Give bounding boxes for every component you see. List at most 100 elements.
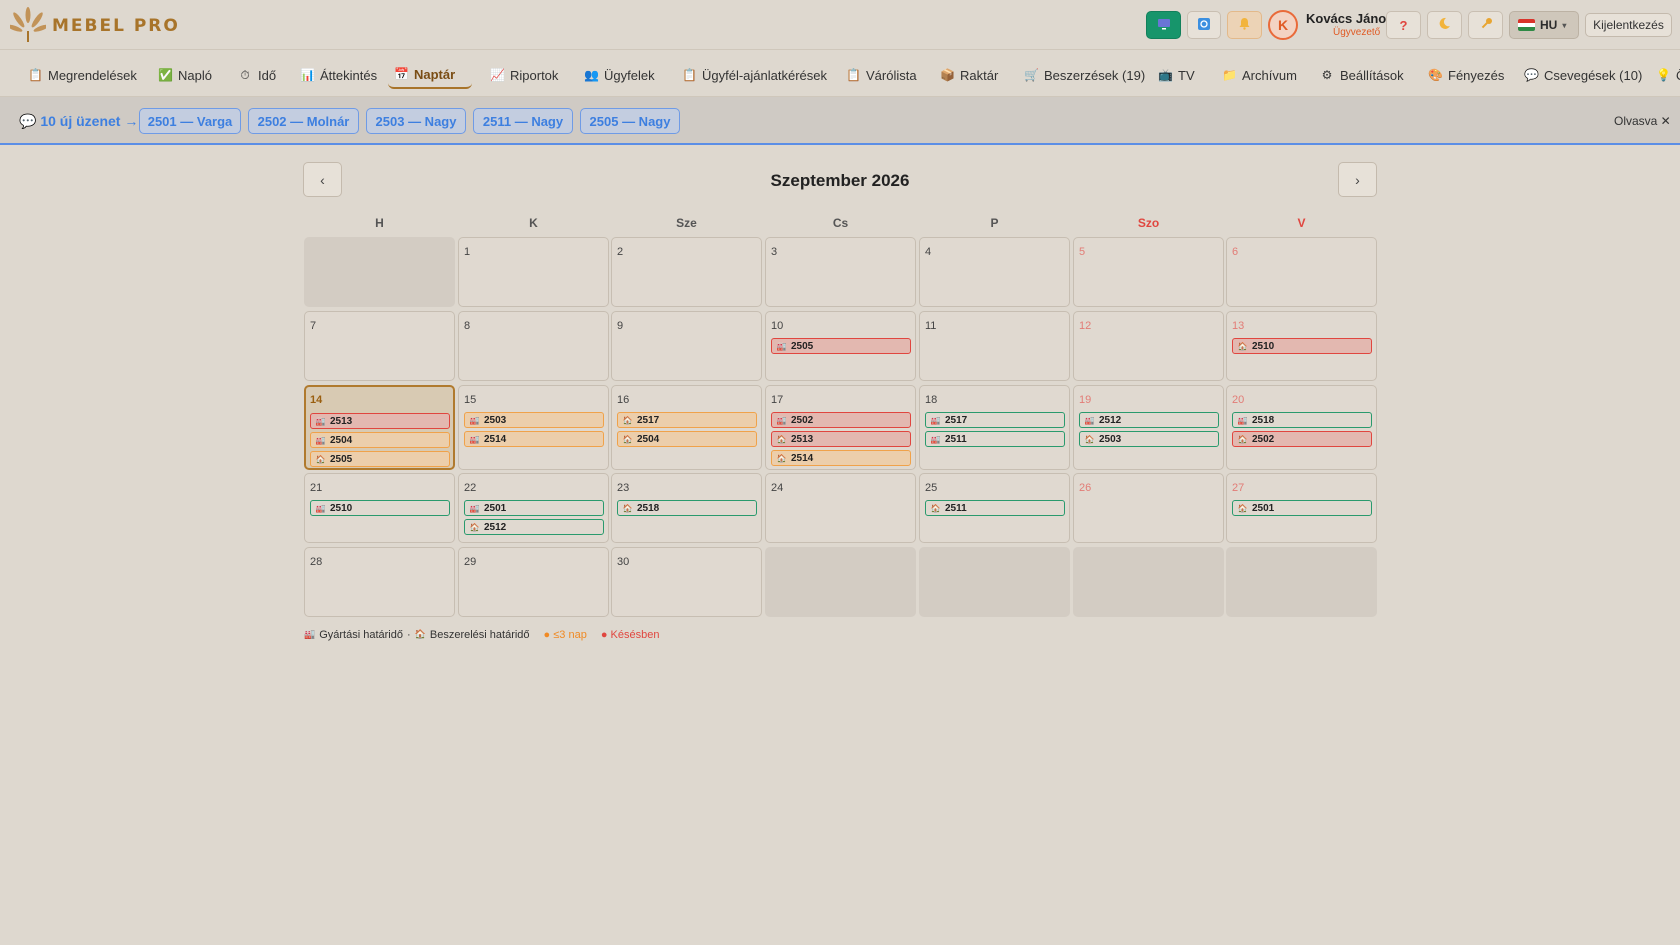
calendar-event[interactable]: 🏠 2502 [1232,431,1372,447]
day-cell[interactable]: 24 [765,473,916,543]
day-cell[interactable]: 30 [611,547,762,617]
day-cell[interactable]: 9 [611,311,762,381]
prev-month-button[interactable]: ‹ [303,162,342,197]
today-cell[interactable]: 14 🏭 2513 🏭 2504 🏠 2505 [304,385,455,470]
production-deadline-icon: 🏭 [315,503,326,513]
calendar-event[interactable]: 🏭 2505 [771,338,911,354]
calendar-event[interactable]: 🏠 2505 [310,451,450,467]
purchase-deadline-icon: 🏠 [1237,434,1248,444]
day-cell[interactable]: 22 🏭 2501 🏠 2512 [458,473,609,543]
calendar-event[interactable]: 🏭 2501 [464,500,604,516]
calendar-event[interactable]: 🏭 2502 [771,412,911,428]
next-month-button[interactable]: › [1338,162,1377,197]
user-avatar[interactable]: K [1268,10,1298,40]
tv-screen-button[interactable] [1146,11,1181,39]
day-cell[interactable]: 1 [458,237,609,307]
nav-naplo[interactable]: ✅ Napló [152,61,218,89]
day-number: 28 [310,556,323,568]
nav-raktar[interactable]: 📦 Raktár [934,61,1004,89]
calendar-event[interactable]: 🏠 2514 [771,450,911,466]
nav-varolista[interactable]: 📋 Várólista [840,61,923,89]
calendar-event[interactable]: 🏭 2514 [464,431,604,447]
calendar-event[interactable]: 🏠 2518 [617,500,757,516]
language-select[interactable]: HU ▾ [1509,11,1579,39]
day-cell[interactable]: 16 🏠 2517 🏠 2504 [611,385,762,470]
calendar-event[interactable]: 🏠 2503 [1079,431,1219,447]
nav-ugyfel-ajanlatkeresek[interactable]: 📋 Ügyfél-ajánlatkérések [676,61,833,89]
calendar-event[interactable]: 🏠 2511 [925,500,1065,516]
message-chip[interactable]: 2511 — Nagy [473,108,573,134]
day-cell[interactable]: 12 [1073,311,1224,381]
nav-fenyezes[interactable]: 🎨 Fényezés [1422,61,1510,89]
calendar-event[interactable]: 🏠 2512 [464,519,604,535]
calendar-event[interactable]: 🏠 2513 [771,431,911,447]
calendar-event[interactable]: 🏭 2513 [310,413,450,429]
day-cell[interactable]: 11 [919,311,1070,381]
event-order-id: 2503 [484,414,507,426]
calendar-event[interactable]: 🏭 2518 [1232,412,1372,428]
day-cell[interactable]: 26 [1073,473,1224,543]
message-chip[interactable]: 2502 — Molnár [248,108,359,134]
nav-ido[interactable]: ⏱ Idő [232,61,282,89]
day-cell[interactable]: 2 [611,237,762,307]
nav-csevegesek[interactable]: 💬 Csevegések (10) [1518,61,1648,89]
notifications-button[interactable] [1227,11,1262,39]
nav-megrendelesek[interactable]: 📋 Megrendelések [22,61,143,89]
day-cell[interactable]: 8 [458,311,609,381]
day-cell[interactable]: 13 🏠 2510 [1226,311,1377,381]
nav-riportok[interactable]: 📈 Riportok [484,61,564,89]
day-cell[interactable]: 17 🏭 2502 🏠 2513 🏠 2514 [765,385,916,470]
nav-attekintes[interactable]: 📊 Áttekintés [294,61,383,89]
calendar-event[interactable]: 🏠 2501 [1232,500,1372,516]
clipboard-icon: 📋 [28,68,43,82]
day-number: 19 [1079,394,1092,406]
day-cell[interactable]: 21 🏭 2510 [304,473,455,543]
calendar-event[interactable]: 🏠 2504 [617,431,757,447]
nav-naptar[interactable]: 📅 Naptár [388,61,472,89]
day-cell[interactable]: 19 🏭 2512 🏠 2503 [1073,385,1224,470]
day-cell[interactable]: 6 [1226,237,1377,307]
calendar-event[interactable]: 🏭 2510 [310,500,450,516]
day-cell[interactable]: 25 🏠 2511 [919,473,1070,543]
day-cell[interactable]: 27 🏠 2501 [1226,473,1377,543]
day-cell[interactable]: 18 🏭 2517 🏭 2511 [919,385,1070,470]
day-cell[interactable]: 20 🏭 2518 🏠 2502 [1226,385,1377,470]
mark-read-button[interactable]: Olvasva ✕ [1614,114,1671,128]
message-chip[interactable]: 2501 — Varga [139,108,241,134]
event-order-id: 2511 [945,502,967,514]
day-cell[interactable]: 10 🏭 2505 [765,311,916,381]
help-button[interactable]: ? [1386,11,1421,39]
day-cell[interactable]: 23 🏠 2518 [611,473,762,543]
day-cell[interactable]: 4 [919,237,1070,307]
calendar-event[interactable]: 🏠 2510 [1232,338,1372,354]
nav-ugyfelek[interactable]: 👥 Ügyfelek [578,61,661,89]
calendar-event[interactable]: 🏭 2504 [310,432,450,448]
new-messages-count[interactable]: 💬 10 új üzenet → [19,113,138,130]
nav-more[interactable]: 💡Ö [1650,61,1680,89]
day-number: 15 [464,394,477,406]
key-button[interactable] [1468,11,1503,39]
calendar-event[interactable]: 🏭 2503 [464,412,604,428]
logout-button[interactable]: Kijelentkezés [1585,13,1672,37]
nav-beallitasok[interactable]: ⚙ Beállítások [1314,61,1410,89]
nav-beszerzesek[interactable]: 🛒 Beszerzések (19) [1018,61,1151,89]
day-cell[interactable]: 29 [458,547,609,617]
day-cell[interactable]: 15 🏭 2503 🏭 2514 [458,385,609,470]
empty-day-cell [1226,547,1377,617]
theme-toggle-button[interactable] [1427,11,1462,39]
day-cell[interactable]: 28 [304,547,455,617]
day-cell[interactable]: 7 [304,311,455,381]
production-deadline-icon: 🏭 [304,629,316,639]
nav-tv[interactable]: 📺 TV [1152,61,1201,89]
calendar-event[interactable]: 🏭 2511 [925,431,1065,447]
refresh-button[interactable] [1187,11,1221,39]
message-chip[interactable]: 2505 — Nagy [580,108,680,134]
purchase-deadline-icon: 🏠 [1237,503,1248,513]
day-cell[interactable]: 3 [765,237,916,307]
calendar-event[interactable]: 🏭 2517 [925,412,1065,428]
message-chip[interactable]: 2503 — Nagy [366,108,466,134]
calendar-event[interactable]: 🏭 2512 [1079,412,1219,428]
nav-archivum[interactable]: 📁 Archívum [1216,61,1303,89]
day-cell[interactable]: 5 [1073,237,1224,307]
calendar-event[interactable]: 🏠 2517 [617,412,757,428]
